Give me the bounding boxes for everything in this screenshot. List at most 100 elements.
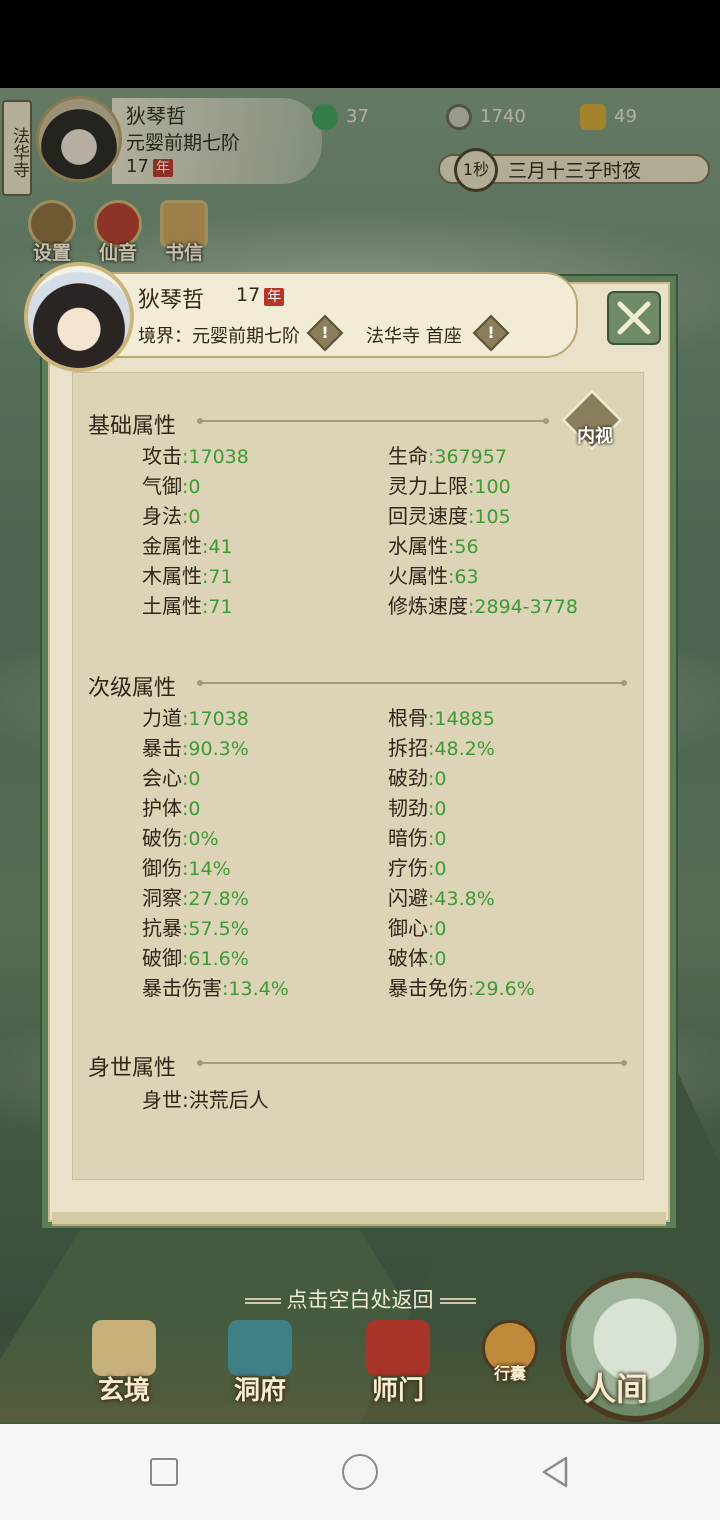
attribute-value: 27.8% — [188, 888, 249, 910]
attribute-row: 韧劲:0 — [388, 792, 447, 821]
warning-icon: ! — [487, 323, 495, 342]
attribute-row: 生命:367957 — [388, 440, 507, 469]
attribute-name: 御伤 — [142, 856, 182, 880]
attribute-row: 破体:0 — [388, 942, 447, 971]
section-divider — [197, 680, 627, 686]
attribute-row: 回灵速度:105 — [388, 500, 511, 529]
attribute-name: 会心 — [142, 766, 182, 790]
nav-dongfu-label: 洞府 — [233, 1376, 286, 1406]
recent-apps-button[interactable] — [150, 1458, 178, 1486]
section-title-basic: 基础属性 — [88, 414, 177, 439]
attribute-value: 17038 — [188, 446, 249, 468]
home-button[interactable] — [342, 1454, 378, 1490]
section-title-background: 身世属性 — [88, 1056, 177, 1081]
attribute-name: 破劲 — [388, 766, 428, 790]
attribute-name: 气御 — [142, 474, 182, 498]
attribute-row: 闪避:43.8% — [388, 882, 495, 911]
nav-shimen-label: 师门 — [371, 1376, 424, 1406]
profile-realm: 境界：元婴前期七阶 — [138, 326, 300, 347]
profile-avatar — [24, 262, 134, 372]
profile-age: 17 年 — [236, 284, 285, 306]
attribute-value: 洪荒后人 — [188, 1088, 269, 1112]
attribute-value: 71 — [208, 566, 233, 588]
attribute-name: 暴击伤害 — [142, 976, 222, 1000]
attribute-value: 0 — [434, 858, 447, 880]
swirl-right-icon — [439, 1298, 476, 1304]
swirl-left-icon — [244, 1298, 281, 1304]
attribute-name: 破体 — [388, 946, 428, 970]
attribute-value: 0 — [188, 798, 201, 820]
pavilion-icon — [228, 1320, 292, 1376]
attribute-row: 攻击:17038 — [142, 440, 249, 469]
attribute-name: 灵力上限 — [388, 474, 468, 498]
attribute-row: 修炼速度:2894-3778 — [388, 590, 578, 619]
warning-icon: ! — [321, 323, 329, 342]
attribute-value: 71 — [208, 596, 233, 618]
attribute-value: 367957 — [434, 446, 507, 468]
profile-age-value: 17 — [236, 284, 261, 306]
attribute-row: 火属性:63 — [388, 560, 479, 589]
attribute-name: 根骨 — [388, 706, 428, 730]
attribute-value: 13.4% — [228, 978, 289, 1000]
attribute-name: 拆招 — [388, 736, 428, 760]
attribute-row: 破劲:0 — [388, 762, 447, 791]
close-button[interactable] — [606, 290, 662, 346]
attribute-value: 0 — [188, 476, 201, 498]
return-hint: 点击空白处返回 — [230, 1284, 490, 1314]
attribute-name: 疗伤 — [388, 856, 428, 880]
attribute-name: 修炼速度 — [388, 594, 468, 618]
attribute-value: 0 — [188, 506, 201, 528]
nav-xuanjing-label: 玄境 — [97, 1376, 150, 1406]
attribute-name: 破伤 — [142, 826, 182, 850]
attribute-value: 63 — [454, 566, 479, 588]
attribute-name: 洞察 — [142, 886, 182, 910]
attribute-row: 根骨:14885 — [388, 702, 495, 731]
attribute-value: 0 — [434, 828, 447, 850]
attribute-row: 暴击伤害:13.4% — [142, 972, 289, 1001]
attribute-row: 御心:0 — [388, 912, 447, 941]
attribute-row: 护体:0 — [142, 792, 201, 821]
attribute-row: 疗伤:0 — [388, 852, 447, 881]
nav-shimen[interactable]: 师门 — [348, 1320, 448, 1420]
return-hint-text: 点击空白处返回 — [286, 1288, 434, 1312]
attribute-row: 暴击免伤:29.6% — [388, 972, 535, 1001]
attribute-value: 90.3% — [188, 738, 249, 760]
attribute-value: 41 — [208, 536, 233, 558]
attribute-value: 61.6% — [188, 948, 249, 970]
attribute-row: 拆招:48.2% — [388, 732, 495, 761]
inner-view-label: 内视 — [577, 426, 613, 447]
attribute-row: 身世:洪荒后人 — [142, 1084, 269, 1113]
banner-icon — [366, 1320, 430, 1376]
attribute-row: 金属性:41 — [142, 530, 233, 559]
section-divider — [197, 418, 549, 424]
attribute-separator: : — [182, 1088, 189, 1112]
attribute-name: 回灵速度 — [388, 504, 468, 528]
profile-sect: 法华寺 首座 — [366, 326, 462, 347]
attribute-name: 暴击 — [142, 736, 182, 760]
attribute-name: 土属性 — [142, 594, 202, 618]
attribute-name: 身世 — [142, 1088, 182, 1112]
attribute-value: 0 — [434, 798, 447, 820]
attribute-value: 2894-3778 — [474, 596, 578, 618]
close-icon — [607, 291, 661, 345]
nav-xuanjing[interactable]: 玄境 — [74, 1320, 174, 1420]
attribute-name: 金属性 — [142, 534, 202, 558]
nav-xingnang[interactable]: 行囊 — [460, 1320, 560, 1420]
attribute-name: 抗暴 — [142, 916, 182, 940]
attribute-row: 土属性:71 — [142, 590, 233, 619]
attribute-row: 御伤:14% — [142, 852, 231, 881]
attribute-value: 0 — [434, 948, 447, 970]
attribute-value: 100 — [474, 476, 511, 498]
nav-dongfu[interactable]: 洞府 — [210, 1320, 310, 1420]
attribute-row: 抗暴:57.5% — [142, 912, 249, 941]
attribute-name: 水属性 — [388, 534, 448, 558]
attribute-name: 木属性 — [142, 564, 202, 588]
attribute-name: 暴击免伤 — [388, 976, 468, 1000]
nav-xingnang-label: 行囊 — [493, 1364, 526, 1383]
inner-view-button[interactable]: 内视 — [560, 388, 626, 458]
back-button[interactable] — [538, 1454, 574, 1490]
attribute-name: 暗伤 — [388, 826, 428, 850]
attribute-value: 0 — [434, 768, 447, 790]
attribute-row: 灵力上限:100 — [388, 470, 511, 499]
section-divider — [197, 1060, 627, 1066]
